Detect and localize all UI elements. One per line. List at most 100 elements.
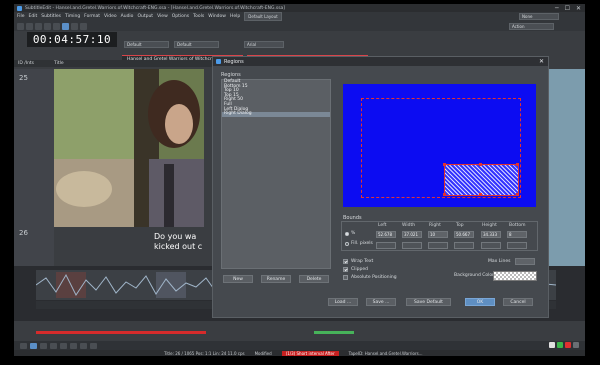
row-number: 25 xyxy=(19,74,28,82)
left-pixels-field[interactable] xyxy=(376,242,396,249)
regions-label: Regions xyxy=(221,72,241,78)
region-rectangle[interactable] xyxy=(444,164,519,196)
loop-icon[interactable] xyxy=(90,343,97,349)
window-title: SubtitleEdit - Hansel.and.Gretel.Warrior… xyxy=(25,5,286,11)
wrap-text-checkbox[interactable] xyxy=(343,259,348,264)
align-center-icon[interactable] xyxy=(71,22,78,30)
row-number: 26 xyxy=(19,229,28,237)
undo-icon[interactable] xyxy=(44,22,51,30)
font-name-select[interactable]: Arial xyxy=(244,41,284,48)
menu-tools[interactable]: Tools xyxy=(193,14,204,19)
bottom-field[interactable]: 8 xyxy=(507,231,527,238)
layout-select[interactable]: Default Layout xyxy=(244,12,282,21)
stop-icon[interactable] xyxy=(40,343,47,349)
resize-handle[interactable] xyxy=(443,163,446,166)
play-icon[interactable] xyxy=(20,343,27,349)
bottom-pixels-field[interactable] xyxy=(507,242,527,249)
width-pixels-field[interactable] xyxy=(402,242,422,249)
wrap-text-label: Wrap Text xyxy=(351,259,374,264)
dialog-title: Regions xyxy=(224,58,244,65)
indicator-green xyxy=(557,342,563,348)
menu-output[interactable]: Output xyxy=(137,14,153,19)
error-range-bar xyxy=(36,331,206,334)
new-file-icon[interactable] xyxy=(17,22,24,30)
background-color-label: Background Color xyxy=(454,273,495,278)
list-item-selected[interactable]: Right Dialog xyxy=(222,112,330,117)
menu-audio[interactable]: Audio xyxy=(121,14,134,19)
action-select[interactable]: Action xyxy=(509,23,554,30)
clipped-label: Clipped xyxy=(351,267,368,272)
save-default-button[interactable]: Save Default xyxy=(406,298,451,306)
top-field[interactable]: 50.667 xyxy=(454,231,474,238)
redo-icon[interactable] xyxy=(53,22,60,30)
delete-button[interactable]: Delete xyxy=(299,275,329,283)
status-bar: Title: 26 / 1065 Pos: 1:1 Lin: 24 11.0 c… xyxy=(14,350,585,356)
resize-handle[interactable] xyxy=(516,163,519,166)
resize-handle[interactable] xyxy=(479,163,482,166)
right-field[interactable]: 10 xyxy=(428,231,448,238)
dialog-close-button[interactable]: ✕ xyxy=(539,58,544,65)
pixels-radio[interactable] xyxy=(345,242,349,246)
percent-radio[interactable] xyxy=(345,232,349,236)
align-left-icon[interactable] xyxy=(62,22,69,30)
align-right-icon[interactable] xyxy=(80,22,87,30)
status-error-badge[interactable]: (1/3) Short interval After xyxy=(281,350,339,356)
menu-subtitles[interactable]: Subtitles xyxy=(41,14,61,19)
menu-file[interactable]: File xyxy=(17,14,25,19)
background-color-swatch[interactable] xyxy=(493,271,537,281)
grid-header-id: ID /Ints xyxy=(18,61,35,66)
new-button[interactable]: New xyxy=(223,275,253,283)
menu-options[interactable]: Options xyxy=(172,14,189,19)
close-button[interactable]: ✕ xyxy=(576,5,581,12)
style-select[interactable]: Default xyxy=(124,41,169,48)
status-position: Title: 26 / 1065 Pos: 1:1 Lin: 24 11.0 c… xyxy=(164,350,245,356)
subtitle-grid[interactable] xyxy=(14,69,54,269)
save-icon[interactable] xyxy=(35,22,42,30)
minimize-button[interactable]: ─ xyxy=(555,5,559,12)
rewind-icon[interactable] xyxy=(50,343,57,349)
rename-button[interactable]: Rename xyxy=(261,275,291,283)
menu-edit[interactable]: Edit xyxy=(29,14,38,19)
right-select[interactable]: None xyxy=(519,13,559,20)
next-frame-icon[interactable] xyxy=(80,343,87,349)
regions-list[interactable]: Default Bottom 15 Top 10 Top 15 Right 50… xyxy=(221,79,331,269)
menu-window[interactable]: Window xyxy=(208,14,226,19)
menu-video[interactable]: Video xyxy=(104,14,117,19)
menu-help[interactable]: Help xyxy=(230,14,240,19)
height-field[interactable]: 34.333 xyxy=(481,231,501,238)
video-image xyxy=(54,69,204,227)
right-pixels-field[interactable] xyxy=(428,242,448,249)
bounds-header-height: Height xyxy=(482,223,497,228)
menu-view[interactable]: View xyxy=(157,14,168,19)
max-lines-field[interactable] xyxy=(515,258,535,265)
bounds-header-left: Left xyxy=(378,223,387,228)
open-file-icon[interactable] xyxy=(26,22,33,30)
height-pixels-field[interactable] xyxy=(481,242,501,249)
app-logo-icon xyxy=(17,5,22,11)
load-button[interactable]: Load ... xyxy=(328,298,358,306)
ok-button[interactable]: OK xyxy=(465,298,495,306)
left-field[interactable]: 52.678 xyxy=(376,231,396,238)
menu-bar: File Edit Subtitles Timing Format Video … xyxy=(14,12,585,21)
save-button[interactable]: Save ... xyxy=(366,298,396,306)
font-select[interactable]: Default xyxy=(174,41,219,48)
pixels-label: Fill. pixels xyxy=(351,241,373,246)
width-field[interactable]: 37.021 xyxy=(402,231,422,238)
pause-icon[interactable] xyxy=(30,343,37,349)
resize-handle[interactable] xyxy=(479,193,482,196)
toolbar xyxy=(14,21,585,31)
absolute-positioning-checkbox[interactable] xyxy=(343,275,348,280)
menu-timing[interactable]: Timing xyxy=(65,14,80,19)
resize-handle[interactable] xyxy=(443,193,446,196)
maximize-button[interactable]: ☐ xyxy=(565,5,570,12)
cancel-button[interactable]: Cancel xyxy=(503,298,533,306)
dialog-title-bar: Regions ✕ xyxy=(213,57,548,66)
menu-format[interactable]: Format xyxy=(84,14,100,19)
clipped-checkbox[interactable] xyxy=(343,267,348,272)
forward-icon[interactable] xyxy=(60,343,67,349)
region-preview[interactable] xyxy=(343,84,536,207)
top-pixels-field[interactable] xyxy=(454,242,474,249)
resize-handle[interactable] xyxy=(516,193,519,196)
prev-frame-icon[interactable] xyxy=(70,343,77,349)
video-frame[interactable] xyxy=(54,69,204,227)
